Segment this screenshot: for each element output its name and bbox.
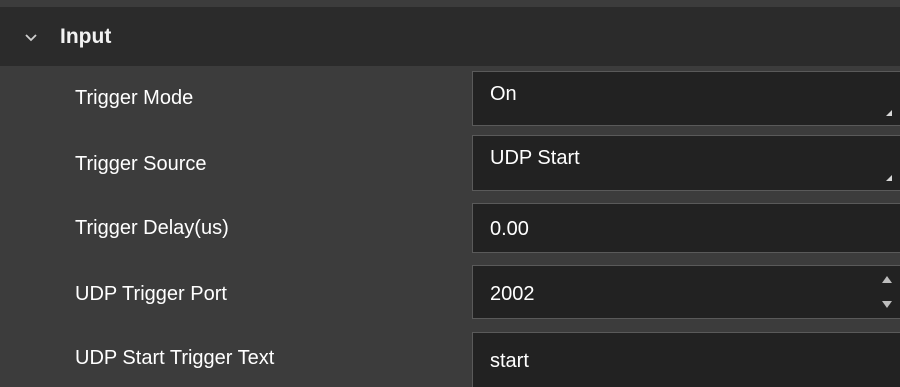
trigger-mode-label: Trigger Mode [75, 87, 194, 109]
udp-start-trigger-text-row: UDP Start Trigger Text start [0, 327, 900, 387]
trigger-delay-row: Trigger Delay(us) 0.00 [0, 195, 900, 257]
input-section-header[interactable]: Input [0, 7, 900, 66]
spin-down-icon[interactable] [882, 301, 892, 308]
spin-up-icon[interactable] [882, 276, 892, 283]
trigger-mode-value: On [490, 83, 517, 105]
udp-trigger-port-label: UDP Trigger Port [75, 283, 227, 305]
udp-start-trigger-text-label: UDP Start Trigger Text [75, 347, 275, 369]
udp-start-trigger-text-value: start [490, 350, 529, 372]
trigger-source-row: Trigger Source UDP Start [0, 130, 900, 192]
trigger-delay-label: Trigger Delay(us) [75, 217, 229, 239]
trigger-delay-value: 0.00 [490, 218, 529, 240]
udp-trigger-port-spinbox[interactable]: 2002 [472, 265, 900, 319]
udp-start-trigger-text-input[interactable]: start [472, 332, 900, 387]
chevron-down-icon[interactable] [24, 33, 38, 43]
udp-trigger-port-value: 2002 [490, 283, 535, 305]
section-title: Input [60, 25, 112, 48]
properties-panel: Input Trigger Mode On Trigger Source UDP… [0, 0, 900, 387]
trigger-source-label: Trigger Source [75, 153, 207, 175]
trigger-source-value: UDP Start [490, 147, 580, 169]
udp-trigger-port-row: UDP Trigger Port 2002 [0, 260, 900, 322]
spin-buttons [876, 266, 900, 318]
dropdown-arrow-icon [886, 110, 892, 116]
trigger-source-select[interactable]: UDP Start [472, 135, 900, 191]
dropdown-arrow-icon [886, 175, 892, 181]
trigger-mode-row: Trigger Mode On [0, 66, 900, 128]
trigger-delay-input[interactable]: 0.00 [472, 203, 900, 253]
trigger-mode-select[interactable]: On [472, 71, 900, 126]
